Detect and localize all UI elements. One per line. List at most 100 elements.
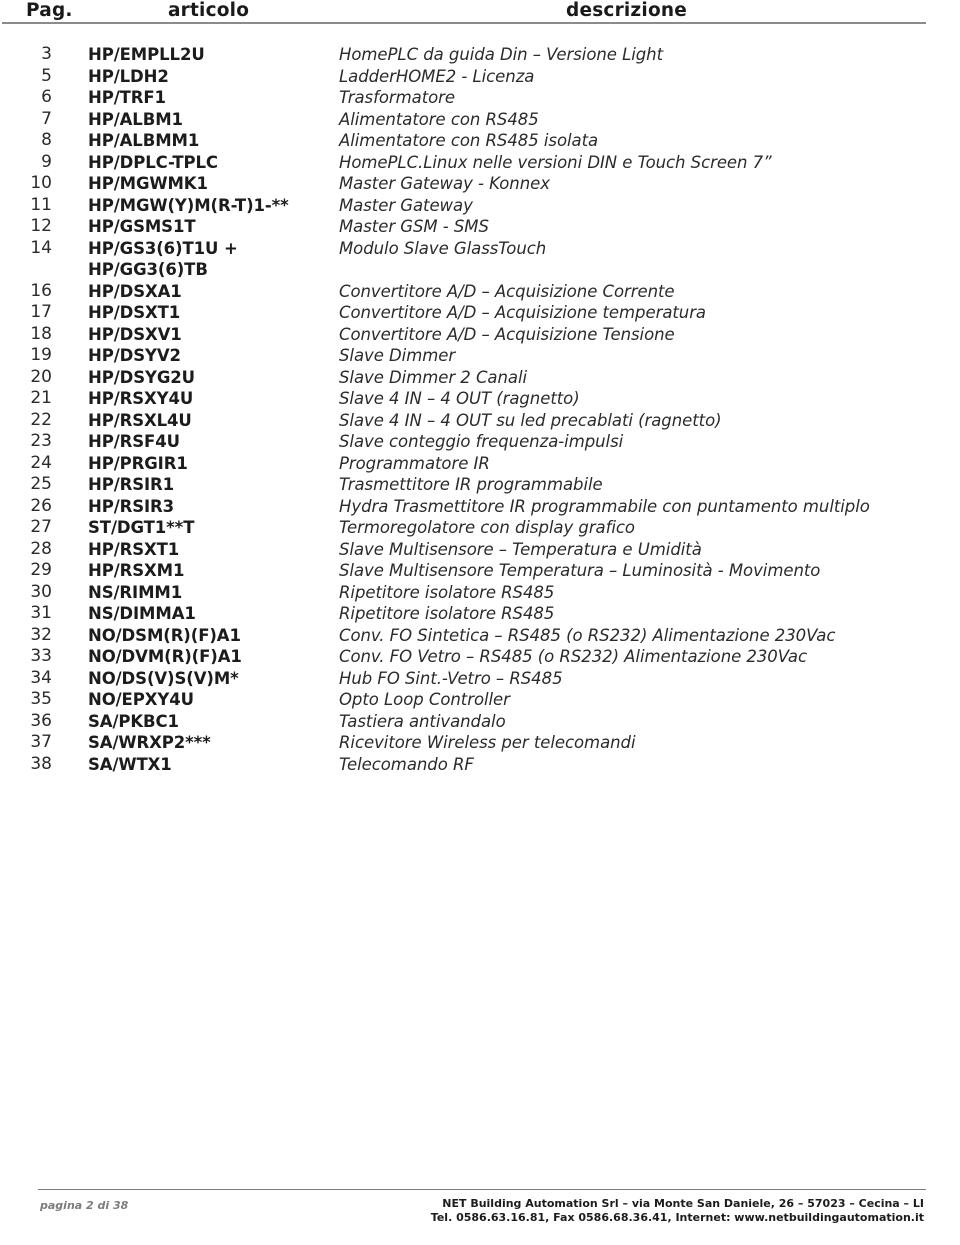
cell-description: Trasmettitore IR programmabile	[339, 475, 603, 494]
cell-page-number: 7	[41, 108, 52, 129]
table-row: 14 HP/GS3(6)T1U + HP/GG3(6)TB Modulo Slave …	[0, 238, 960, 281]
cell-article-code: HP/RSXL4U	[88, 410, 192, 430]
cell-page-number: 12	[30, 216, 52, 236]
cell-page-number: 31	[30, 603, 52, 623]
cell-article-code: HP/TRF1	[88, 88, 166, 107]
cell-article-code: HP/MGWMK1	[88, 174, 208, 193]
page-footer: pagina 2 di 38 NET Building Automation S…	[0, 1189, 960, 1237]
cell-description: LadderHOME2 - Licenza	[339, 66, 535, 86]
cell-page-number: 37	[30, 732, 52, 752]
cell-page-number: 3	[41, 44, 52, 64]
cell-article-code: NO/DS(V)S(V)M*	[88, 668, 239, 688]
cell-article-code: ST/DGT1**T	[88, 518, 195, 537]
table-row: 21 HP/RSXY4U Slave 4 IN – 4 OUT (ragnetto)	[0, 388, 960, 410]
table-row: 33 NO/DVM(R)(F)A1 Conv. FO Vetro – RS485 (…	[0, 646, 960, 668]
table-row: 7 HP/ALBM1 Alimentatore con RS485	[0, 109, 960, 131]
cell-page-number: 9	[41, 151, 52, 172]
cell-article-code: NO/EPXY4U	[88, 690, 194, 709]
cell-description: Ripetitore isolatore RS485	[339, 604, 555, 623]
table-row: 23 HP/RSF4U Slave conteggio frequenza-impu…	[0, 431, 960, 453]
cell-article-code: NO/DVM(R)(F)A1	[88, 647, 242, 666]
cell-description: Slave Multisensore Temperatura – Luminos…	[339, 561, 821, 580]
cell-description: Conv. FO Sintetica – RS485 (o RS232) Ali…	[339, 625, 836, 645]
cell-page-number: 30	[30, 581, 52, 602]
cell-article-code: HP/DPLC-TPLC	[88, 152, 218, 172]
cell-description: HomePLC.Linux nelle versioni DIN e Touch…	[339, 152, 772, 172]
company-contact-block: NET Building Automation Srl – via Monte …	[431, 1197, 924, 1225]
table-row: 30 NS/RIMM1 Ripetitore isolatore RS485	[0, 582, 960, 604]
cell-page-number: 19	[30, 345, 52, 365]
cell-article-code: NS/DIMMA1	[88, 604, 196, 623]
cell-page-number: 36	[30, 710, 52, 731]
table-row: 24 HP/PRGIR1 Programmatore IR	[0, 453, 960, 475]
product-listing-table: 3 HP/EMPLL2U HomePLC da guida Din – Versio…	[0, 44, 960, 775]
table-column-header: Pag. articolo descrizione	[0, 0, 960, 30]
cell-page-number: 29	[30, 560, 52, 580]
table-row: 12 HP/GSMS1T Master GSM - SMS	[0, 216, 960, 238]
cell-page-number: 27	[30, 517, 52, 537]
footer-divider	[38, 1189, 926, 1190]
cell-page-number: 35	[30, 689, 52, 709]
table-row: 26 HP/RSIR3 Hydra Trasmettitore IR program…	[0, 496, 960, 518]
cell-description: Slave Dimmer	[339, 346, 456, 365]
table-row: 37 SA/WRXP2*** Ricevitore Wireless per tel…	[0, 732, 960, 754]
cell-page-number: 33	[30, 646, 52, 666]
cell-page-number: 17	[30, 302, 52, 322]
cell-description: Trasformatore	[339, 88, 456, 107]
cell-page-number: 16	[30, 280, 52, 301]
cell-description: Hub FO Sint.-Vetro – RS485	[339, 668, 563, 688]
cell-description: Convertitore A/D – Acquisizione Tensione	[339, 324, 675, 344]
cell-article-code: HP/RSF4U	[88, 432, 180, 451]
cell-article-code: HP/RSIR1	[88, 475, 175, 494]
table-row: 5 HP/LDH2 LadderHOME2 - Licenza	[0, 66, 960, 88]
cell-article-code: SA/WRXP2***	[88, 733, 211, 752]
cell-description: Opto Loop Controller	[339, 690, 510, 709]
cell-article-code: HP/GS3(6)T1U + HP/GG3(6)TB	[88, 238, 238, 281]
cell-page-number: 28	[30, 538, 52, 559]
cell-article-code: HP/RSIR3	[88, 496, 175, 516]
table-row: 6 HP/TRF1 Trasformatore	[0, 87, 960, 109]
cell-page-number: 25	[30, 474, 52, 494]
cell-description: Slave Multisensore – Temperatura e Umidi…	[339, 539, 702, 559]
company-address-line: NET Building Automation Srl – via Monte …	[442, 1197, 924, 1210]
cell-article-code: HP/RSXM1	[88, 561, 185, 580]
cell-page-number: 18	[30, 323, 52, 344]
cell-page-number: 21	[30, 388, 52, 408]
article-code-line-2: HP/GG3(6)TB	[88, 260, 208, 279]
cell-article-code: HP/RSXT1	[88, 539, 180, 559]
cell-description: Slave 4 IN – 4 OUT (ragnetto)	[339, 389, 580, 408]
cell-article-code: HP/DSYV2	[88, 346, 181, 365]
cell-page-number: 14	[30, 237, 52, 258]
cell-article-code: SA/WTX1	[88, 754, 172, 774]
table-row: 16 HP/DSXA1 Convertitore A/D – Acquisizion…	[0, 281, 960, 303]
table-row: 9 HP/DPLC-TPLC HomePLC.Linux nelle version…	[0, 152, 960, 174]
cell-description: Alimentatore con RS485	[339, 109, 539, 129]
cell-article-code: SA/PKBC1	[88, 711, 179, 731]
cell-page-number: 38	[30, 753, 52, 774]
company-contact-line: Tel. 0586.63.16.81, Fax 0586.68.36.41, I…	[430, 1211, 924, 1224]
cell-article-code: HP/ALBMM1	[88, 131, 200, 150]
column-header-page: Pag.	[26, 0, 73, 21]
table-row: 35 NO/EPXY4U Opto Loop Controller	[0, 689, 960, 711]
cell-page-number: 8	[41, 130, 52, 150]
cell-description: Slave Dimmer 2 Canali	[339, 367, 528, 387]
cell-description: Conv. FO Vetro – RS485 (o RS232) Aliment…	[339, 647, 808, 666]
table-row: 29 HP/RSXM1 Slave Multisensore Temperatura…	[0, 560, 960, 582]
cell-article-code: NS/RIMM1	[88, 582, 183, 602]
cell-page-number: 24	[30, 452, 52, 473]
cell-article-code: HP/PRGIR1	[88, 453, 188, 473]
table-row: 32 NO/DSM(R)(F)A1 Conv. FO Sintetica – RS4…	[0, 625, 960, 647]
cell-article-code: HP/DSXV1	[88, 324, 182, 344]
table-row: 18 HP/DSXV1 Convertitore A/D – Acquisizion…	[0, 324, 960, 346]
table-row: 27 ST/DGT1**T Termoregolatore con display …	[0, 517, 960, 539]
table-row: 19 HP/DSYV2 Slave Dimmer	[0, 345, 960, 367]
cell-article-code: HP/EMPLL2U	[88, 45, 205, 64]
cell-description: Slave conteggio frequenza-impulsi	[339, 432, 624, 451]
cell-article-code: HP/MGW(Y)M(R-T)1-**	[88, 195, 289, 215]
cell-description: Ripetitore isolatore RS485	[339, 582, 555, 602]
cell-page-number: 11	[30, 194, 52, 215]
cell-article-code: HP/DSYG2U	[88, 367, 195, 387]
table-row: 11 HP/MGW(Y)M(R-T)1-** Master Gateway	[0, 195, 960, 217]
table-row: 20 HP/DSYG2U Slave Dimmer 2 Canali	[0, 367, 960, 389]
cell-article-code: HP/DSXT1	[88, 303, 181, 322]
